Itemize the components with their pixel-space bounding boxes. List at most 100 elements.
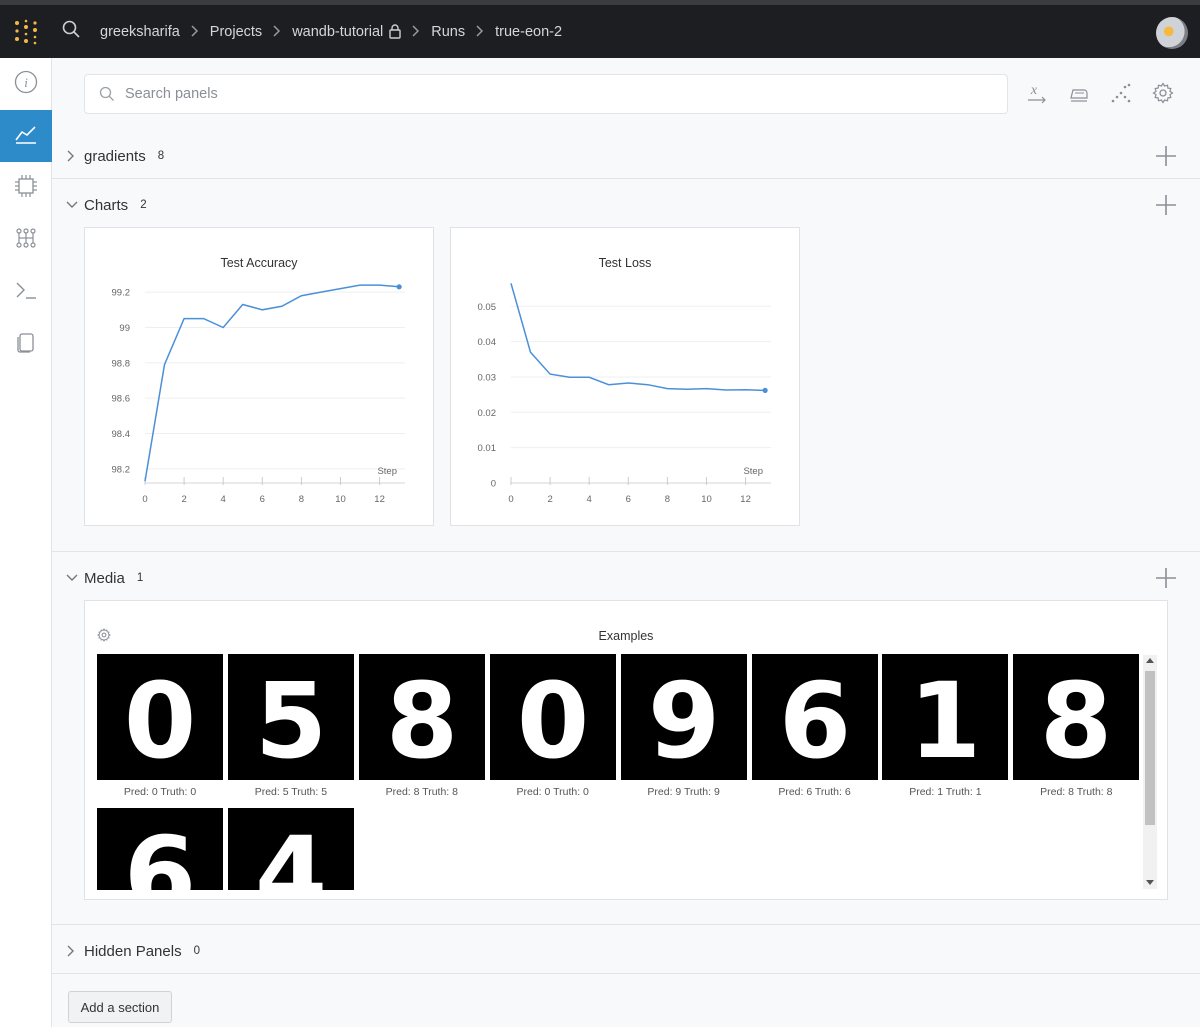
wandb-logo-icon[interactable] — [0, 5, 52, 58]
svg-text:x: x — [1030, 83, 1038, 98]
breadcrumb-runs[interactable]: Runs — [431, 24, 465, 40]
chevron-right-icon — [191, 24, 199, 40]
chart-panel-test-accuracy[interactable]: Test Accuracy 98.2 98.4 98.6 98.8 99 99.2 0 2 4 6… — [84, 227, 434, 526]
digit-image: 5 — [227, 654, 354, 782]
media-example[interactable]: 6 Pred: 6 Truth: 6 — [751, 654, 878, 798]
x-axis-label: Step — [743, 466, 763, 477]
prediction-caption: Pred: 8 Truth: 8 — [1040, 786, 1113, 798]
media-example[interactable]: 0 Pred: 0 Truth: 0 — [97, 654, 223, 798]
gear-icon[interactable] — [1152, 82, 1174, 104]
y-tick-label: 0.05 — [478, 302, 497, 313]
x-tick-label: 12 — [740, 494, 751, 505]
x-tick-label: 8 — [665, 494, 670, 505]
divider — [52, 973, 1200, 974]
digit-image: 9 — [620, 654, 747, 782]
media-example[interactable]: 4 — [227, 808, 354, 890]
y-tick-label: 0 — [491, 479, 496, 490]
x-tick-label: 4 — [587, 494, 592, 505]
y-tick-label: 98.6 — [112, 394, 131, 405]
digit-glyph: 6 — [778, 660, 850, 780]
section-title: Charts — [84, 196, 129, 214]
media-example[interactable]: 0 Pred: 0 Truth: 0 — [489, 654, 616, 798]
search-icon[interactable] — [62, 20, 80, 43]
sidebar-item-system[interactable] — [0, 162, 52, 214]
breadcrumb-run[interactable]: true-eon-2 — [495, 24, 562, 40]
add-panel-icon[interactable] — [1154, 193, 1178, 217]
breadcrumb-user[interactable]: greeksharifa — [100, 24, 180, 40]
digit-glyph: 8 — [386, 660, 458, 780]
media-example[interactable]: 8 Pred: 8 Truth: 8 — [1013, 654, 1140, 798]
x-tick-label: 2 — [181, 494, 186, 505]
scrollbar-thumb[interactable] — [1145, 671, 1155, 825]
y-tick-label: 0.01 — [478, 443, 497, 454]
prediction-caption: Pred: 6 Truth: 6 — [778, 786, 851, 798]
digit-image: 6 — [751, 654, 878, 782]
add-panel-icon[interactable] — [1154, 566, 1178, 590]
x-axis-label: Step — [377, 466, 397, 477]
sidebar-item-logs[interactable] — [0, 266, 52, 318]
workspace-toolbar: x — [1026, 82, 1174, 104]
panel-count-badge: 1 — [136, 572, 144, 584]
series-line — [144, 284, 400, 482]
digit-image: 8 — [358, 654, 485, 782]
media-example[interactable]: 9 Pred: 9 Truth: 9 — [620, 654, 747, 798]
x-tick-label: 6 — [626, 494, 631, 505]
avatar[interactable] — [1156, 17, 1188, 49]
x-tick-label: 8 — [299, 494, 304, 505]
prediction-caption: Pred: 8 Truth: 8 — [385, 786, 458, 798]
breadcrumb-project[interactable]: wandb-tutorial — [292, 24, 383, 40]
y-tick-label: 99.2 — [112, 288, 131, 299]
digit-glyph: 0 — [124, 660, 196, 780]
top-bar: greeksharifa Projects wandb-tutorial Run… — [0, 0, 1200, 58]
prediction-caption: Pred: 0 Truth: 0 — [516, 786, 589, 798]
sidebar-item-files[interactable] — [0, 318, 52, 370]
divider — [52, 924, 1200, 925]
add-panel-icon[interactable] — [1154, 144, 1178, 168]
scatter-icon[interactable] — [1110, 82, 1132, 104]
sidebar-item-charts[interactable] — [0, 110, 52, 162]
x-tick-label: 0 — [142, 494, 147, 505]
prediction-caption: Pred: 1 Truth: 1 — [909, 786, 982, 798]
sidebar-item-overview[interactable]: i — [0, 58, 52, 110]
digit-glyph: 4 — [255, 814, 327, 890]
scroll-up-icon[interactable] — [1146, 658, 1154, 663]
info-icon: i — [14, 70, 38, 99]
x-tick-label: 6 — [260, 494, 265, 505]
model-graph-icon — [14, 226, 38, 255]
x-tick-label: 10 — [335, 494, 346, 505]
media-example[interactable]: 1 Pred: 1 Truth: 1 — [882, 654, 1009, 798]
digit-glyph: 0 — [517, 660, 589, 780]
media-example[interactable]: 8 Pred: 8 Truth: 8 — [358, 654, 485, 798]
smoothing-icon[interactable] — [1068, 82, 1090, 104]
breadcrumb-projects[interactable]: Projects — [210, 24, 262, 40]
workspace-main: x gradients 8 Charts 2 Tes — [52, 58, 1200, 1027]
chevron-right-icon — [476, 24, 484, 40]
section-charts[interactable]: Charts 2 — [52, 190, 1200, 220]
digit-glyph: 8 — [1040, 660, 1112, 780]
chart-panel-test-loss[interactable]: Test Loss 0 0.01 0.02 0.03 0.04 0.05 0 2 4 6 8 10 12… — [450, 227, 800, 526]
line-chart: 0 0.01 0.02 0.03 0.04 0.05 0 2 4 6 8 10 12 Step — [478, 283, 771, 505]
sidebar-item-model[interactable] — [0, 214, 52, 266]
x-tick-label: 2 — [547, 494, 552, 505]
section-hidden-panels[interactable]: Hidden Panels 0 — [52, 936, 1200, 966]
media-example[interactable]: 5 Pred: 5 Truth: 5 — [227, 654, 354, 798]
media-example[interactable]: 6 — [97, 808, 223, 890]
x-tick-label: 0 — [508, 494, 513, 505]
scrollbar[interactable] — [1143, 655, 1157, 889]
chevron-right-icon — [412, 24, 420, 40]
add-section-button[interactable]: Add a section — [68, 991, 172, 1023]
y-tick-label: 98.4 — [112, 429, 131, 440]
digit-glyph: 5 — [255, 660, 327, 780]
x-axis-icon[interactable]: x — [1026, 82, 1048, 104]
x-tick-label: 10 — [701, 494, 712, 505]
digit-image: 1 — [882, 654, 1009, 782]
search-input[interactable] — [125, 86, 925, 102]
media-panel-examples[interactable]: Examples 0 Pred: 0 Truth: 0 5 Pred: 5 Truth… — [84, 600, 1168, 900]
scroll-down-icon[interactable] — [1146, 880, 1154, 885]
section-gradients[interactable]: gradients 8 — [52, 141, 1200, 171]
section-media[interactable]: Media 1 — [52, 563, 1200, 593]
terminal-icon — [14, 278, 38, 307]
chevron-right-icon — [66, 945, 78, 957]
digit-glyph: 9 — [647, 660, 719, 780]
x-tick-label: 4 — [221, 494, 226, 505]
